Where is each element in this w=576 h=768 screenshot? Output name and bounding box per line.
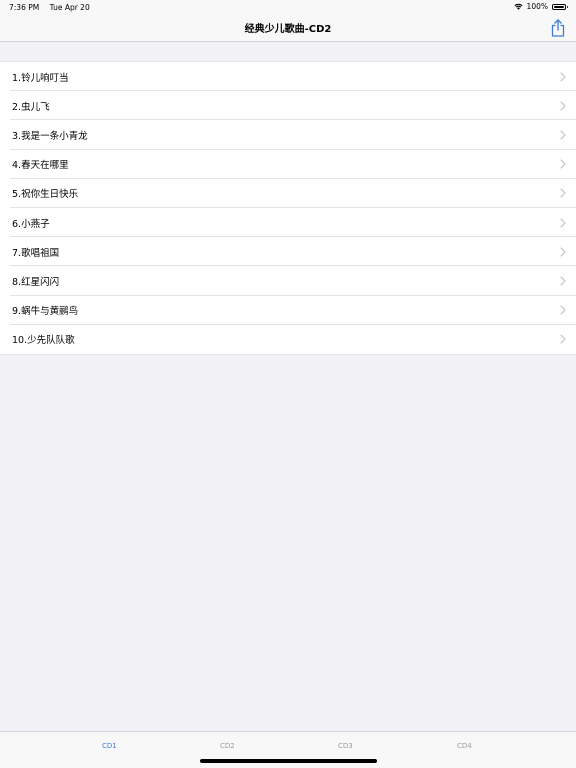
song-title: 1.铃儿响叮当 <box>12 72 69 84</box>
chevron-right-icon <box>560 159 566 169</box>
status-date: Tue Apr 20 <box>49 3 90 12</box>
home-indicator <box>200 759 377 763</box>
chevron-right-icon <box>560 247 566 257</box>
chevron-right-icon <box>560 71 566 82</box>
status-bar: 7:36 PM Tue Apr 20 100% <box>0 0 576 14</box>
navigation-bar: 经典少儿歌曲-CD2 <box>0 14 576 42</box>
battery-icon <box>552 3 568 10</box>
chevron-right-icon <box>560 188 566 198</box>
list-item[interactable]: 6.小燕子 <box>0 208 576 238</box>
song-title: 9.蜗牛与黄鹂鸟 <box>12 306 79 318</box>
chevron-right-icon <box>560 101 566 111</box>
song-title: 3.我是一条小青龙 <box>12 130 88 142</box>
list-item[interactable]: 9.蜗牛与黄鹂鸟 <box>0 296 576 325</box>
status-left: 7:36 PM Tue Apr 20 <box>9 3 98 12</box>
status-right: 100% <box>514 2 568 11</box>
song-title: 5.祝你生日快乐 <box>12 189 79 201</box>
song-title: 8.红星闪闪 <box>12 276 60 288</box>
song-title: 6.小燕子 <box>12 218 50 230</box>
tab-cd2[interactable]: CD2 <box>220 742 235 750</box>
chevron-right-icon <box>560 305 566 315</box>
list-item[interactable]: 10.少先队队歌 <box>0 325 576 354</box>
list-item[interactable]: 3.我是一条小青龙 <box>0 120 576 150</box>
list-item[interactable]: 8.红星闪闪 <box>0 266 576 296</box>
wifi-icon <box>514 3 523 10</box>
battery-fill <box>554 5 564 8</box>
tab-cd3[interactable]: CD3 <box>338 742 353 750</box>
song-title: 10.少先队队歌 <box>12 335 75 347</box>
tab-cd4[interactable]: CD4 <box>457 742 472 750</box>
chevron-right-icon <box>560 130 566 140</box>
status-time: 7:36 PM <box>9 3 40 12</box>
battery-percent: 100% <box>526 2 548 11</box>
page-title: 经典少儿歌曲-CD2 <box>244 24 332 35</box>
list-item[interactable]: 5.祝你生日快乐 <box>0 179 576 209</box>
tab-bar: CD1 CD2 CD3 CD4 <box>0 731 576 768</box>
song-list: 1.铃儿响叮当 2.虫儿飞 3.我是一条小青龙 4.春天在哪里 5.祝你生日快乐 6.小燕… <box>0 61 576 355</box>
share-icon[interactable] <box>550 19 566 37</box>
chevron-right-icon <box>560 217 566 228</box>
chevron-right-icon <box>560 334 566 344</box>
song-title: 7.歌唱祖国 <box>12 247 60 259</box>
app-screen: 7:36 PM Tue Apr 20 100% 经典少儿歌曲-CD2 1.铃儿响… <box>0 0 576 768</box>
chevron-right-icon <box>560 276 566 286</box>
list-item[interactable]: 1.铃儿响叮当 <box>0 62 576 92</box>
song-title: 4.春天在哪里 <box>12 160 69 172</box>
tab-cd1[interactable]: CD1 <box>102 742 117 750</box>
list-item[interactable]: 2.虫儿飞 <box>0 91 576 121</box>
list-item[interactable]: 4.春天在哪里 <box>0 150 576 179</box>
list-item[interactable]: 7.歌唱祖国 <box>0 237 576 267</box>
song-title: 2.虫儿飞 <box>12 101 50 113</box>
